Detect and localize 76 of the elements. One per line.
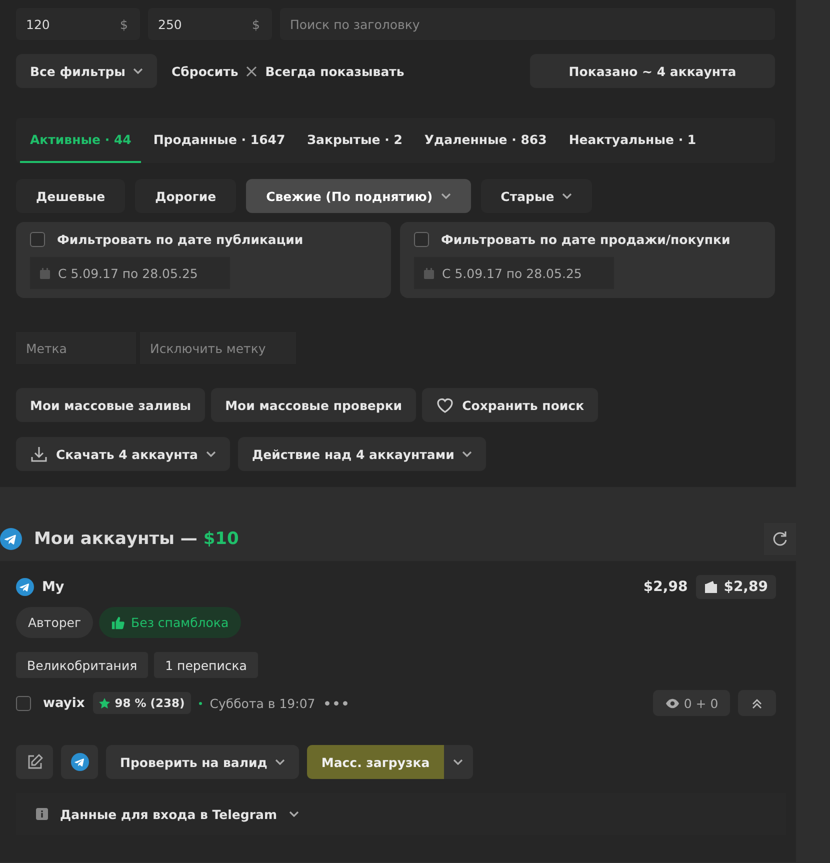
mass-upload-button[interactable]: Масс. загрузка bbox=[307, 745, 444, 779]
action-button[interactable]: Мои массовые проверки bbox=[211, 388, 416, 422]
currency-sign: $ bbox=[120, 16, 128, 32]
caret-icon bbox=[562, 193, 572, 199]
edit-button[interactable] bbox=[16, 745, 53, 779]
seller-name[interactable]: wayix bbox=[43, 696, 85, 710]
caret-icon bbox=[289, 811, 299, 817]
search-field[interactable]: Поиск по заголовку bbox=[280, 8, 775, 40]
checkbox[interactable] bbox=[16, 696, 31, 710]
sort-button[interactable]: Свежие (По поднятию) bbox=[246, 179, 471, 213]
checkbox-label: Фильтровать по дате продажи/покупки bbox=[441, 232, 730, 247]
wallet-icon bbox=[704, 580, 718, 594]
edit-icon bbox=[26, 753, 44, 771]
status-tab[interactable]: Удаленные · 863 bbox=[414, 118, 557, 163]
download-icon bbox=[30, 445, 48, 463]
seller-rating: 98 % (238) bbox=[92, 692, 191, 714]
refresh-button[interactable] bbox=[764, 523, 796, 555]
date-range-field[interactable]: С 5.09.17 по 28.05.25 bbox=[414, 257, 614, 289]
wallet-price: $2,89 bbox=[696, 575, 776, 599]
views-count: 0 + 0 bbox=[653, 690, 730, 716]
last-seen: Суббота в 19:07 bbox=[210, 696, 316, 710]
more-button[interactable]: ••• bbox=[323, 696, 350, 710]
telegram-icon bbox=[70, 753, 88, 771]
always-show-link[interactable]: Всегда показывать bbox=[265, 64, 404, 78]
checkbox[interactable] bbox=[30, 232, 45, 247]
sort-button[interactable]: Дорогие bbox=[135, 179, 236, 213]
status-tab[interactable]: Проданные · 1647 bbox=[143, 118, 296, 163]
action-button[interactable]: Скачать 4 аккаунта bbox=[16, 437, 230, 471]
login-info-toggle[interactable]: Данные для входа в Telegram bbox=[60, 806, 277, 822]
currency-sign: $ bbox=[252, 16, 260, 32]
section-title: Мои аккаунты — $10 bbox=[34, 529, 239, 549]
account-tag: 1 переписка bbox=[154, 652, 258, 678]
account-badge: Без спамблока bbox=[99, 607, 241, 638]
telegram-icon bbox=[0, 528, 22, 550]
calendar-icon bbox=[40, 268, 50, 278]
price: $2,98 bbox=[643, 579, 688, 595]
caret-icon bbox=[275, 759, 286, 765]
account-tag: Великобритания bbox=[16, 652, 148, 678]
status-tab[interactable]: Неактуальные · 1 bbox=[558, 118, 706, 163]
star-icon bbox=[98, 698, 110, 708]
caret-icon bbox=[453, 759, 464, 765]
min-price-field[interactable]: 120 $ bbox=[16, 8, 140, 40]
account-badge: Авторег bbox=[16, 607, 94, 638]
sort-button[interactable]: Дешевые bbox=[16, 179, 126, 213]
eye-icon bbox=[664, 696, 680, 710]
telegram-button[interactable] bbox=[61, 745, 98, 779]
date-range-field[interactable]: С 5.09.17 по 28.05.25 bbox=[30, 257, 230, 289]
action-button[interactable]: Действие над 4 аккаунтами bbox=[238, 437, 486, 471]
checkbox-label: Фильтровать по дате публикации bbox=[57, 232, 304, 247]
check-valid-button[interactable]: Проверить на валид bbox=[106, 745, 300, 779]
account-title[interactable]: My bbox=[42, 579, 64, 595]
action-button[interactable]: Мои массовые заливы bbox=[16, 388, 206, 422]
double-chevron-icon bbox=[752, 698, 762, 708]
tag-field[interactable]: Метка bbox=[16, 332, 136, 364]
max-price-field[interactable]: 250 $ bbox=[148, 8, 272, 40]
refresh-icon bbox=[771, 530, 789, 548]
thumbs-up-icon bbox=[111, 616, 126, 630]
reset-link[interactable]: Сбросить bbox=[171, 64, 238, 78]
caret-icon bbox=[462, 451, 472, 457]
sort-button[interactable]: Старые bbox=[480, 179, 592, 213]
shown-count-button[interactable]: Показано ~ 4 аккаунта bbox=[530, 54, 775, 88]
calendar-icon bbox=[424, 268, 434, 278]
close-icon bbox=[246, 66, 258, 76]
action-button[interactable]: Сохранить поиск bbox=[422, 388, 598, 422]
status-tab[interactable]: Закрытые · 2 bbox=[297, 118, 412, 163]
telegram-icon bbox=[16, 578, 34, 596]
exclude-tag-field[interactable]: Исключить метку bbox=[140, 332, 296, 364]
collapse-button[interactable] bbox=[738, 690, 776, 716]
caret-icon bbox=[133, 68, 144, 74]
caret-icon bbox=[206, 451, 216, 457]
caret-icon bbox=[440, 193, 451, 199]
info-icon bbox=[36, 808, 48, 820]
status-tab[interactable]: Активные · 44 bbox=[20, 118, 142, 163]
heart-icon bbox=[436, 396, 454, 414]
checkbox[interactable] bbox=[414, 232, 429, 247]
all-filters-button[interactable]: Все фильтры bbox=[16, 54, 158, 88]
